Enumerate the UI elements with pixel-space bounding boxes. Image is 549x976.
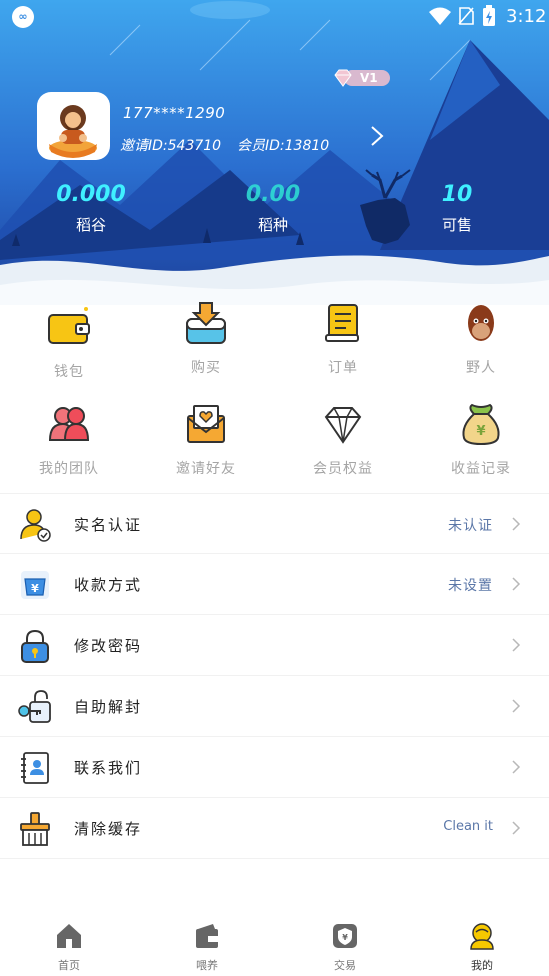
list-item-status: Clean it [443, 819, 493, 834]
list-item-title: 联系我们 [74, 759, 143, 777]
grid-label: 邀请好友 [176, 461, 236, 477]
list-item-self-unblock[interactable]: 自助解封 [0, 676, 549, 737]
payment-icon: ¥ [21, 571, 49, 599]
grid-order[interactable]: 订单 [288, 301, 398, 377]
nav-trade[interactable]: ¥ 交易 [305, 922, 385, 973]
list-item-title: 清除缓存 [74, 820, 143, 838]
grid-label: 订单 [328, 360, 358, 376]
nav-label: 我的 [471, 959, 493, 972]
money-bag-icon: ¥ [462, 403, 500, 446]
list-item-title: 实名认证 [74, 516, 143, 534]
broom-icon [20, 812, 50, 846]
list-item-contact-us[interactable]: 联系我们 [0, 737, 549, 798]
chevron-right-icon [512, 760, 521, 774]
stat-rice[interactable]: 0.000 稻谷 [31, 182, 151, 235]
team-icon [48, 407, 90, 441]
avatar[interactable] [37, 92, 110, 160]
list-item-clear-cache[interactable]: 清除缓存 Clean it [0, 798, 549, 859]
stat-value: 0.000 [56, 182, 126, 207]
grid-team[interactable]: 我的团队 [14, 402, 124, 478]
stat-label: 可售 [441, 216, 472, 234]
invite-id: 邀请ID:543710 [120, 138, 222, 154]
diamond-icon [324, 407, 362, 444]
user-phone: 177****1290 [123, 104, 226, 122]
grid-label: 野人 [466, 360, 496, 376]
home-icon [57, 924, 81, 948]
diamond-vip-icon [334, 69, 352, 87]
bottom-nav: 首页 喂养 ¥ 交易 我的 [0, 914, 549, 976]
ape-icon [468, 305, 494, 341]
unlock-key-icon [18, 690, 51, 723]
stat-sellable[interactable]: 10 可售 [397, 182, 517, 235]
stat-label: 稻种 [257, 216, 288, 234]
list-item-title: 自助解封 [74, 698, 143, 716]
nav-me[interactable]: 我的 [442, 922, 522, 973]
wifi-icon [429, 7, 451, 25]
verify-user-icon [20, 509, 51, 542]
settings-list: 实名认证 未认证 ¥ 收款方式 未设置 修改密码 自助解封 联系我们 清除缓存 … [0, 493, 549, 859]
grid-buy[interactable]: 购买 [151, 301, 261, 377]
grid-label: 购买 [191, 360, 221, 376]
grid-label: 收益记录 [451, 461, 511, 477]
chevron-right-icon [512, 517, 521, 531]
svg-text:¥: ¥ [476, 424, 485, 439]
svg-text:¥: ¥ [31, 582, 39, 595]
grid-label: 会员权益 [313, 461, 373, 477]
vip-level: V1 [360, 71, 378, 85]
no-sim-icon [458, 7, 474, 25]
nav-home[interactable]: 首页 [29, 922, 109, 973]
svg-text:¥: ¥ [342, 933, 348, 942]
list-item-title: 收款方式 [74, 576, 143, 594]
grid-benefits[interactable]: 会员权益 [288, 402, 398, 478]
status-bar: ∞ 3:12 [0, 0, 549, 34]
nav-label: 交易 [334, 959, 356, 972]
me-icon [470, 923, 494, 950]
chevron-right-icon [512, 821, 521, 835]
grid-wallet[interactable]: 钱包 [14, 305, 124, 381]
list-item-payment[interactable]: ¥ 收款方式 未设置 [0, 554, 549, 615]
grid-label: 我的团队 [39, 461, 99, 477]
status-time: 3:12 [506, 6, 547, 27]
member-id: 会员ID:13810 [237, 138, 330, 154]
nav-label: 喂养 [196, 959, 218, 972]
trade-icon: ¥ [333, 924, 357, 948]
grid-invite[interactable]: 邀请好友 [151, 402, 261, 478]
order-icon [325, 304, 359, 342]
list-item-status: 未设置 [448, 578, 493, 594]
chevron-right-icon [512, 638, 521, 652]
list-item-real-name[interactable]: 实名认证 未认证 [0, 493, 549, 554]
stat-label: 稻谷 [75, 216, 106, 234]
chevron-right-icon [512, 577, 521, 591]
feed-icon [196, 924, 218, 948]
stat-value: 10 [441, 182, 473, 207]
battery-charging-icon [483, 5, 495, 26]
nav-feed[interactable]: 喂养 [167, 922, 247, 973]
list-item-title: 修改密码 [74, 637, 143, 655]
grid-label: 钱包 [54, 364, 84, 380]
list-item-change-password[interactable]: 修改密码 [0, 615, 549, 676]
chevron-right-icon[interactable] [367, 125, 387, 147]
lock-icon [21, 629, 49, 663]
nav-label: 首页 [58, 959, 80, 972]
stat-seed[interactable]: 0.00 稻种 [213, 182, 333, 235]
profile-header: ∞ 3:12 V1 177****1290 邀请ID:543710 会员ID:1… [0, 0, 549, 305]
buy-icon [186, 302, 226, 344]
wallet-icon [48, 307, 90, 344]
grid-ape[interactable]: 野人 [426, 301, 536, 377]
grid-earnings[interactable]: ¥ 收益记录 [426, 402, 536, 478]
chevron-right-icon [512, 699, 521, 713]
contact-book-icon [21, 752, 49, 784]
profile-page: ∞ 3:12 V1 177****1290 邀请ID:543710 会员ID:1… [0, 0, 549, 976]
vip-badge: V1 [330, 68, 390, 88]
list-item-status: 未认证 [448, 518, 493, 534]
caveman-avatar-icon [49, 105, 97, 158]
app-badge-icon: ∞ [12, 6, 34, 28]
stat-value: 0.00 [245, 182, 301, 207]
invite-icon [187, 405, 225, 443]
